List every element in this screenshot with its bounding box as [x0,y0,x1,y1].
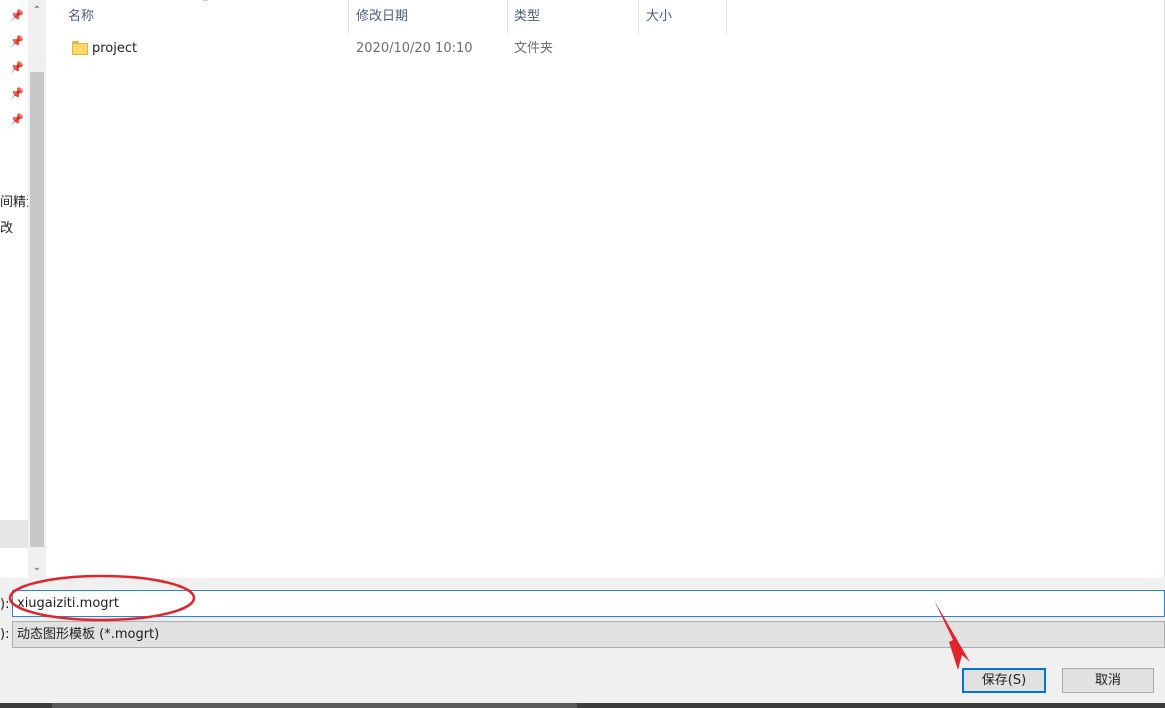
file-type: 文件夹 [514,41,554,56]
taskbar-strip [0,703,1165,708]
file-name: project [92,41,138,56]
file-list: ⌃ 名称 修改日期 类型 大小 project 2020/10/20 10:10… [46,0,1165,578]
filename-label: ): [0,597,10,612]
nav-scrollbar[interactable]: ⌃ ⌄ [28,0,46,578]
chevron-down-icon[interactable]: ⌄ [31,562,43,574]
navigation-pane: 📌 📌 📌 📌 📌 间精江 改 [0,0,28,578]
column-header-date[interactable]: 修改日期 [356,0,408,34]
file-row[interactable]: project 2020/10/20 10:10 文件夹 [46,36,1165,62]
column-divider[interactable] [726,0,727,34]
pin-icon[interactable]: 📌 [10,113,24,127]
pin-icon[interactable]: 📌 [10,61,24,75]
filetype-select[interactable]: 动态图形模板 (*.mogrt) [12,621,1165,648]
column-header-type[interactable]: 类型 [514,0,540,34]
nav-item-label[interactable]: 改 [0,217,28,236]
save-button[interactable]: 保存(S) [962,668,1046,693]
filename-input[interactable] [12,590,1165,617]
nav-item-selected[interactable] [0,520,28,548]
scrollbar-thumb[interactable] [30,72,44,547]
folder-icon [72,41,88,55]
nav-item-label[interactable]: 间精江 [0,191,28,210]
column-divider[interactable] [507,0,508,34]
filetype-label: ): [0,627,10,642]
sort-ascending-icon: ⌃ [201,0,210,9]
column-divider[interactable] [348,0,349,34]
taskbar-segment [52,703,577,708]
chevron-up-icon[interactable]: ⌃ [31,5,43,17]
pin-icon[interactable]: 📌 [10,35,24,49]
cancel-button[interactable]: 取消 [1062,668,1154,693]
column-header-size[interactable]: 大小 [646,0,672,34]
column-header-name[interactable]: 名称 [68,0,94,34]
file-date: 2020/10/20 10:10 [356,41,473,56]
column-divider[interactable] [638,0,639,34]
pin-icon[interactable]: 📌 [10,87,24,101]
pin-icon[interactable]: 📌 [10,9,24,23]
